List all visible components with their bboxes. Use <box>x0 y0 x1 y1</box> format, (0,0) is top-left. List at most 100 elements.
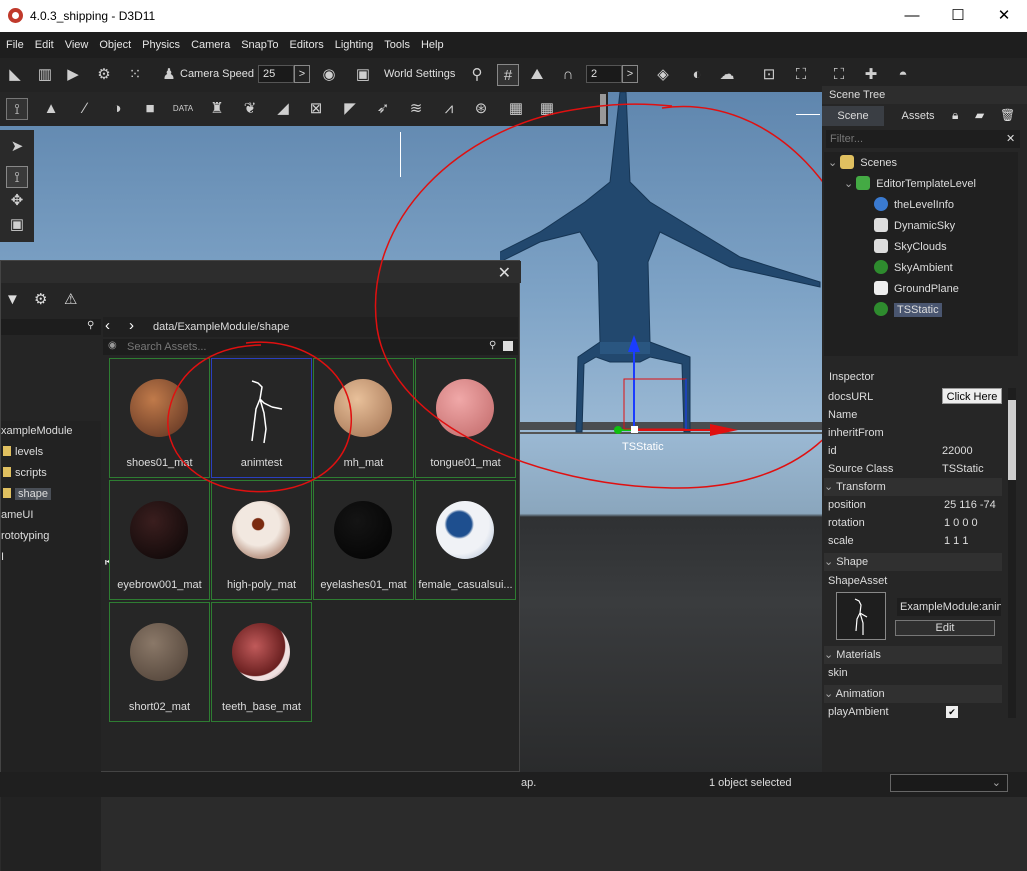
fit-selection-icon[interactable]: ⊡ <box>758 64 780 86</box>
grid-dots-icon[interactable]: ⁙ <box>124 64 146 86</box>
grid-size-input[interactable]: 2 <box>586 65 622 83</box>
settings-gear-icon[interactable]: ⚙ <box>34 290 47 308</box>
position-value[interactable]: 25 116 -74 <box>944 496 996 514</box>
shape-asset-value[interactable]: ExampleModule:anin <box>897 598 1001 616</box>
scene-filter-input[interactable]: Filter... ✕ <box>826 130 1020 148</box>
particle-editor-icon[interactable]: ♜ <box>206 98 228 120</box>
select-arrow-icon[interactable]: ➤ <box>6 136 28 158</box>
section-transform[interactable]: ⌄ Transform <box>824 478 1002 496</box>
settings-gear-icon[interactable]: ⚙ <box>93 64 115 86</box>
minimize-button[interactable]: — <box>889 0 935 32</box>
tree-search-icon[interactable]: ⚲ <box>87 320 94 331</box>
move-gizmo-icon[interactable]: ⟟ <box>6 166 28 188</box>
asset-tile[interactable]: female_casualsui... <box>415 480 516 600</box>
shape-preview[interactable] <box>836 592 886 640</box>
drop-object-icon[interactable]: ⛶ <box>828 64 850 86</box>
status-dropdown[interactable]: ⌄ <box>890 774 1008 792</box>
folder-tree-item[interactable]: I <box>1 547 4 567</box>
tree-search-input[interactable] <box>1 319 101 335</box>
folder-tree-item[interactable]: ameUI <box>1 505 33 525</box>
scene-tree-item[interactable]: SkyClouds <box>874 237 947 257</box>
camera-speed-input[interactable]: 25 <box>258 65 294 83</box>
scale-gizmo-icon[interactable]: ▣ <box>6 214 28 236</box>
dome-icon[interactable]: ◓ <box>892 64 914 86</box>
menu-view[interactable]: View <box>60 32 94 58</box>
tab-assets[interactable]: Assets <box>888 106 948 126</box>
lock-icon[interactable]: 🔒︎ <box>952 108 958 123</box>
menu-editors[interactable]: Editors <box>285 32 329 58</box>
forest-editor-icon[interactable]: ❦ <box>239 98 261 120</box>
river-editor-icon[interactable]: ◤ <box>339 98 361 120</box>
camera-speed-arrow-button[interactable]: > <box>294 65 310 83</box>
visibility-icon[interactable]: ◉ <box>108 340 117 351</box>
field-value[interactable]: 22000 <box>942 442 973 460</box>
tab-scene[interactable]: Scene <box>822 106 884 126</box>
scene-tree-item[interactable]: ⌄ EditorTemplateLevel <box>844 174 976 194</box>
inspector-scrollbar[interactable] <box>1008 388 1016 718</box>
scale-value[interactable]: 1 1 1 <box>944 532 968 550</box>
decal-editor-icon[interactable]: ⊠ <box>305 98 327 120</box>
layout-icon[interactable]: ▥ <box>34 64 56 86</box>
folder-tree-item[interactable]: shape <box>3 484 51 504</box>
rotation-value[interactable]: 1 0 0 0 <box>944 514 978 532</box>
world-settings-icon[interactable]: ▣ <box>352 64 374 86</box>
menu-snapto[interactable]: SnapTo <box>236 32 283 58</box>
folder-tree-item[interactable]: levels <box>3 442 43 462</box>
play-ambient-checkbox[interactable]: ✔ <box>946 706 958 718</box>
folder-tree-item[interactable]: scripts <box>3 463 47 483</box>
play-icon[interactable]: ▶ <box>62 64 84 86</box>
material-editor-icon[interactable]: ◑ <box>106 98 128 120</box>
back-arrow-icon[interactable]: ‹ <box>105 317 110 334</box>
object-snap-icon[interactable]: ◈ <box>652 64 674 86</box>
grid-snap-icon[interactable]: # <box>497 64 519 86</box>
magnet-icon[interactable]: ∩ <box>557 64 579 86</box>
section-materials[interactable]: ⌄ Materials <box>824 646 1002 664</box>
fullscreen-icon[interactable]: ⛶ <box>790 64 812 86</box>
camera-person-icon[interactable]: ♟ <box>158 64 180 86</box>
filter-clear-icon[interactable]: ✕ <box>1006 132 1015 145</box>
filter-icon[interactable]: ▼ <box>5 291 20 308</box>
menu-camera[interactable]: Camera <box>186 32 235 58</box>
add-object-icon[interactable]: ✚ <box>860 64 882 86</box>
eye-icon[interactable]: ◉ <box>318 64 340 86</box>
section-animation[interactable]: ⌄ Animation <box>824 685 1002 703</box>
shape-editor-icon[interactable]: ■ <box>139 98 161 120</box>
trash-icon[interactable]: 🗑︎ <box>1000 108 1015 122</box>
new-folder-icon[interactable]: ▰ <box>975 108 984 122</box>
menu-edit[interactable]: Edit <box>30 32 59 58</box>
world-settings-button[interactable]: World Settings <box>384 68 455 80</box>
menu-physics[interactable]: Physics <box>137 32 185 58</box>
warning-icon[interactable]: ⚠ <box>64 290 77 308</box>
scene-tree-item[interactable]: SkyAmbient <box>874 258 953 278</box>
rotate-gizmo-icon[interactable]: ✥ <box>6 190 28 212</box>
menu-help[interactable]: Help <box>416 32 449 58</box>
terrain-paint-icon[interactable]: ∕ <box>74 98 96 120</box>
grid-size-arrow-button[interactable]: > <box>622 65 638 83</box>
section-shape[interactable]: ⌄ Shape <box>824 553 1002 571</box>
terrain-snap-icon[interactable]: ⛰ <box>526 64 548 86</box>
object-editor-icon[interactable]: ⟟ <box>6 98 28 120</box>
asset-tile[interactable]: teeth_base_mat <box>211 602 312 722</box>
docs-url-button[interactable]: Click Here <box>942 388 1002 404</box>
menu-lighting[interactable]: Lighting <box>330 32 379 58</box>
menu-file[interactable]: File <box>1 32 29 58</box>
asset-tile[interactable]: short02_mat <box>109 602 210 722</box>
menu-tools[interactable]: Tools <box>379 32 415 58</box>
scene-tree-item[interactable]: GroundPlane <box>874 279 959 299</box>
camera-bookmark-icon[interactable]: ◐ <box>686 64 708 86</box>
folder-tree-item[interactable]: rototyping <box>1 526 49 546</box>
field-value[interactable]: TSStatic <box>942 460 984 478</box>
scene-tree-item[interactable]: DynamicSky <box>874 216 955 236</box>
forward-arrow-icon[interactable]: › <box>129 317 134 334</box>
snap-wrench-icon[interactable]: ⚲ <box>466 64 488 86</box>
terrain-editor-icon[interactable]: ▲ <box>40 98 62 120</box>
scene-tree-item[interactable]: theLevelInfo <box>874 195 954 215</box>
scene-tree-item[interactable]: ⌄ Scenes <box>828 153 897 173</box>
datablock-editor-icon[interactable]: DATA <box>172 98 194 120</box>
sky-settings-icon[interactable]: ☁ <box>716 64 738 86</box>
menu-object[interactable]: Object <box>94 32 136 58</box>
maximize-button[interactable]: ☐ <box>935 0 981 32</box>
folder-tree-item[interactable]: xampleModule <box>1 421 73 441</box>
screenshot-icon[interactable]: ◣ <box>4 64 26 86</box>
close-button[interactable]: ✕ <box>981 0 1027 32</box>
